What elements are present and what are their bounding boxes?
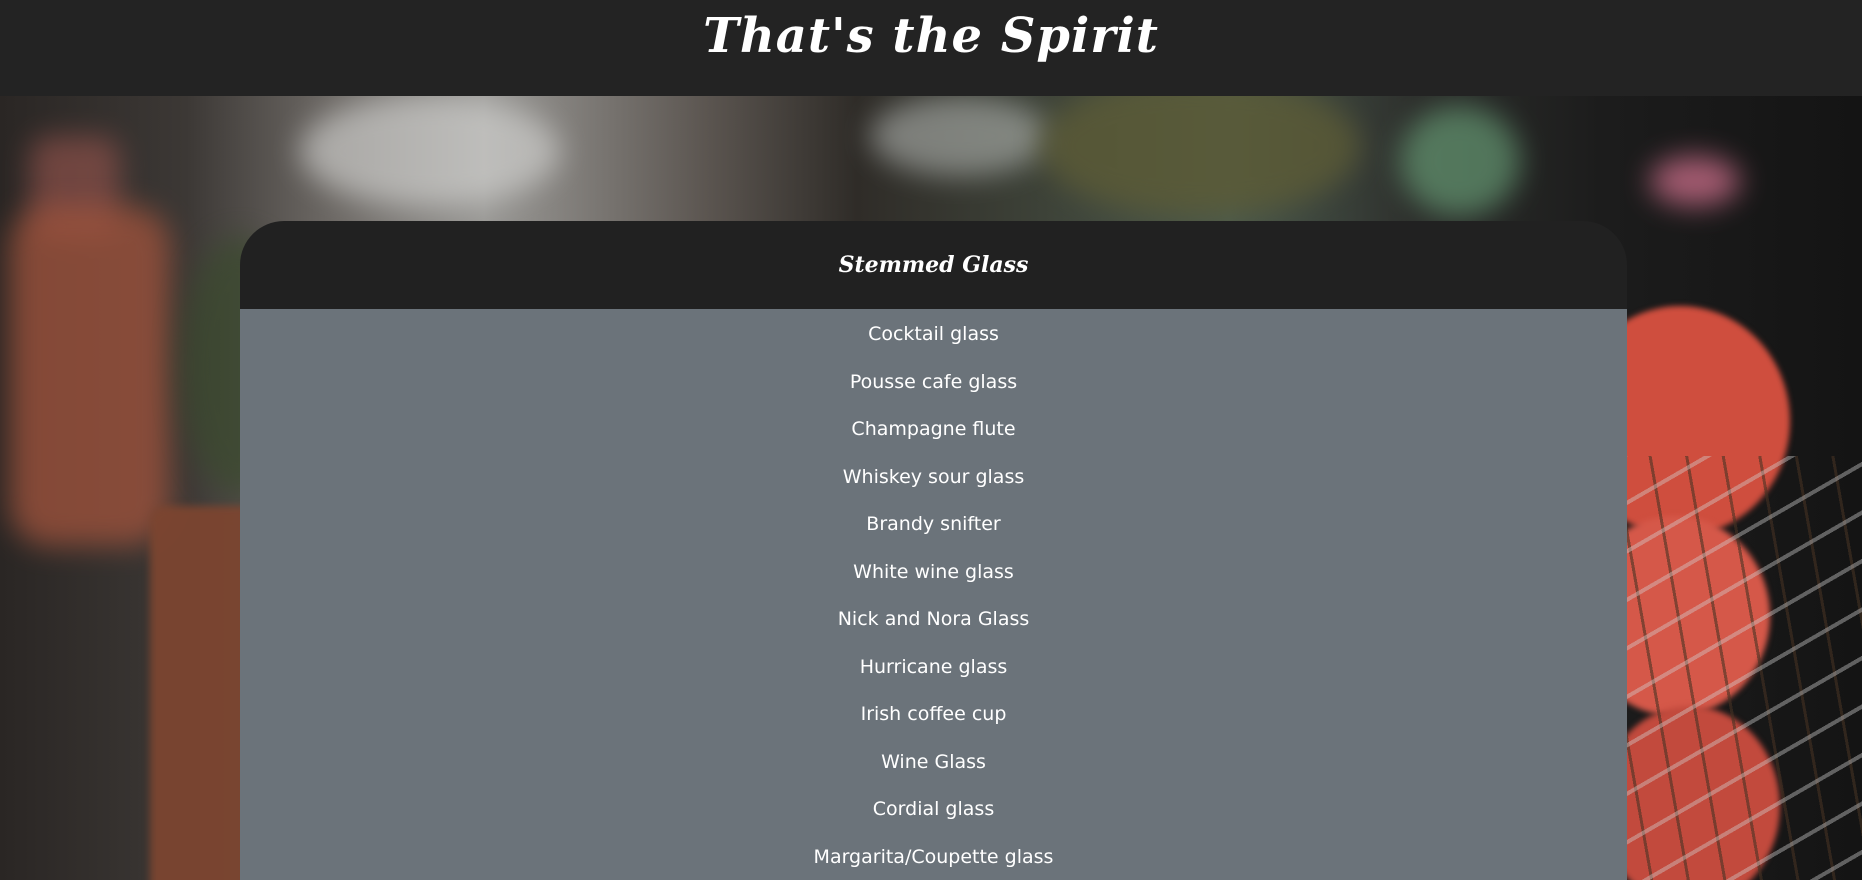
site-header: That's the Spirit	[0, 0, 1862, 96]
glass-list: Cocktail glass Pousse cafe glass Champag…	[240, 311, 1627, 880]
background-light	[870, 96, 1050, 176]
glass-list-item[interactable]: Wine Glass	[240, 739, 1627, 787]
glass-list-item[interactable]: Nick and Nora Glass	[240, 596, 1627, 644]
glass-list-item[interactable]: Brandy snifter	[240, 501, 1627, 549]
card-header[interactable]: Stemmed Glass	[240, 221, 1627, 309]
background-light	[300, 96, 560, 206]
glass-list-item[interactable]: Margarita/Coupette glass	[240, 834, 1627, 880]
glass-list-item[interactable]: Pousse cafe glass	[240, 359, 1627, 407]
background-wire-basket	[1620, 456, 1862, 880]
glass-category-card: Stemmed Glass Cocktail glass Pousse cafe…	[240, 221, 1627, 880]
glass-list-item[interactable]: Cocktail glass	[240, 311, 1627, 359]
glass-list-item[interactable]: Cordial glass	[240, 786, 1627, 834]
glass-list-item[interactable]: Champagne flute	[240, 406, 1627, 454]
glass-list-item[interactable]: White wine glass	[240, 549, 1627, 597]
site-title: That's the Spirit	[703, 8, 1159, 64]
glass-list-item[interactable]: Hurricane glass	[240, 644, 1627, 692]
card-title: Stemmed Glass	[838, 252, 1029, 278]
glass-list-item[interactable]: Irish coffee cup	[240, 691, 1627, 739]
background-bottle	[10, 206, 170, 546]
background-light	[1400, 106, 1520, 216]
background-flower	[1650, 156, 1740, 206]
card-body: Cocktail glass Pousse cafe glass Champag…	[240, 309, 1627, 880]
glass-list-item[interactable]: Whiskey sour glass	[240, 454, 1627, 502]
background-plant	[1040, 96, 1360, 216]
